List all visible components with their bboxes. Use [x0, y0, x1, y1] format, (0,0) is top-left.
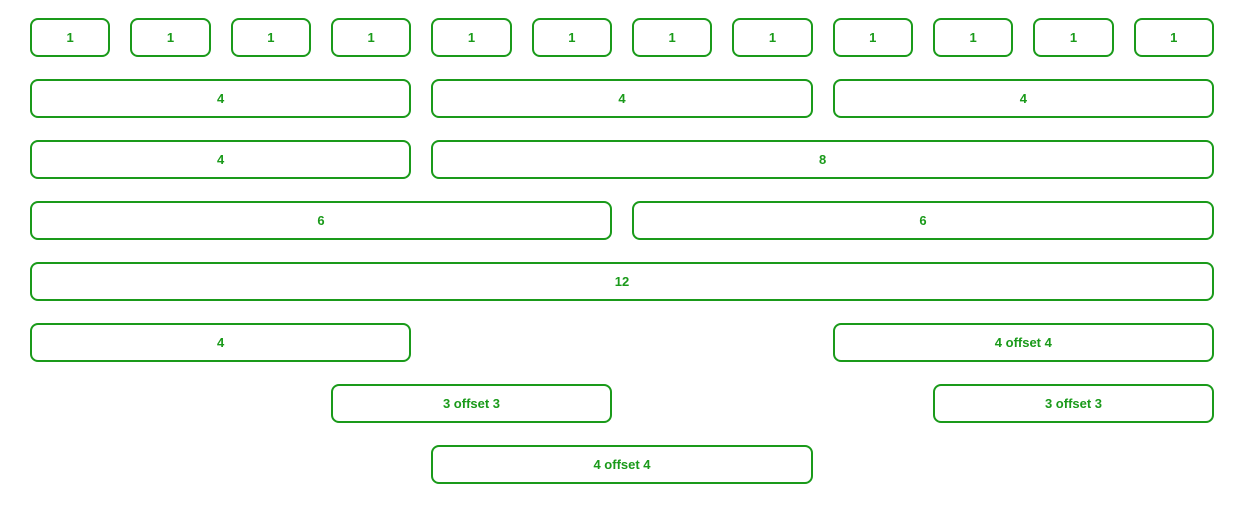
- grid-column: 1: [722, 18, 822, 57]
- grid-column: 1: [221, 18, 321, 57]
- grid-column: 4: [421, 79, 822, 118]
- grid-column: 8: [421, 140, 1224, 179]
- grid-cell: 4: [431, 79, 812, 118]
- grid-column: 1: [1023, 18, 1123, 57]
- grid-row: 66: [20, 201, 1224, 240]
- grid-column: 4: [823, 79, 1224, 118]
- grid-column: 1: [923, 18, 1023, 57]
- grid-cell: 4: [30, 140, 411, 179]
- grid-cell: 1: [331, 18, 411, 57]
- grid-column: 4: [20, 140, 421, 179]
- grid-column: 4 offset 4: [421, 445, 822, 484]
- grid-column: 1: [1124, 18, 1224, 57]
- grid-cell: 1: [833, 18, 913, 57]
- grid-cell: 1: [1134, 18, 1214, 57]
- grid-cell: 4: [30, 323, 411, 362]
- grid-row: 111111111111: [20, 18, 1224, 57]
- grid-column: 1: [522, 18, 622, 57]
- grid-column: 1: [622, 18, 722, 57]
- grid-demo: 11111111111144448661244 offset 43 offset…: [20, 18, 1224, 484]
- grid-column: 3 offset 3: [923, 384, 1224, 423]
- grid-column: 4: [20, 79, 421, 118]
- grid-cell: 4 offset 4: [833, 323, 1214, 362]
- grid-row: 12: [20, 262, 1224, 301]
- grid-cell: 1: [30, 18, 110, 57]
- grid-row: 4 offset 4: [20, 445, 1224, 484]
- grid-cell: 8: [431, 140, 1214, 179]
- grid-row: 3 offset 3 3 offset 3: [20, 384, 1224, 423]
- grid-column: 6: [20, 201, 622, 240]
- grid-cell: 1: [933, 18, 1013, 57]
- grid-cell: 1: [632, 18, 712, 57]
- grid-row: 48: [20, 140, 1224, 179]
- grid-row: 444: [20, 79, 1224, 118]
- grid-cell: 4: [30, 79, 411, 118]
- grid-cell: 6: [30, 201, 612, 240]
- grid-cell: 6: [632, 201, 1214, 240]
- grid-column: 3 offset 3: [321, 384, 622, 423]
- grid-cell: 1: [1033, 18, 1113, 57]
- grid-column: 6: [622, 201, 1224, 240]
- grid-cell: 3 offset 3: [933, 384, 1214, 423]
- grid-column: 12: [20, 262, 1224, 301]
- grid-cell: 4 offset 4: [431, 445, 812, 484]
- grid-column: 1: [20, 18, 120, 57]
- grid-column: 4 offset 4: [823, 323, 1224, 362]
- grid-cell: 1: [431, 18, 511, 57]
- grid-cell: 12: [30, 262, 1214, 301]
- grid-column: 1: [120, 18, 220, 57]
- grid-column: 4: [20, 323, 421, 362]
- grid-column: 1: [321, 18, 421, 57]
- grid-cell: 1: [130, 18, 210, 57]
- grid-cell: 1: [231, 18, 311, 57]
- grid-column: 1: [823, 18, 923, 57]
- grid-row: 4 4 offset 4: [20, 323, 1224, 362]
- grid-column: 1: [421, 18, 521, 57]
- grid-cell: 1: [732, 18, 812, 57]
- grid-cell: 1: [532, 18, 612, 57]
- grid-cell: 3 offset 3: [331, 384, 612, 423]
- grid-cell: 4: [833, 79, 1214, 118]
